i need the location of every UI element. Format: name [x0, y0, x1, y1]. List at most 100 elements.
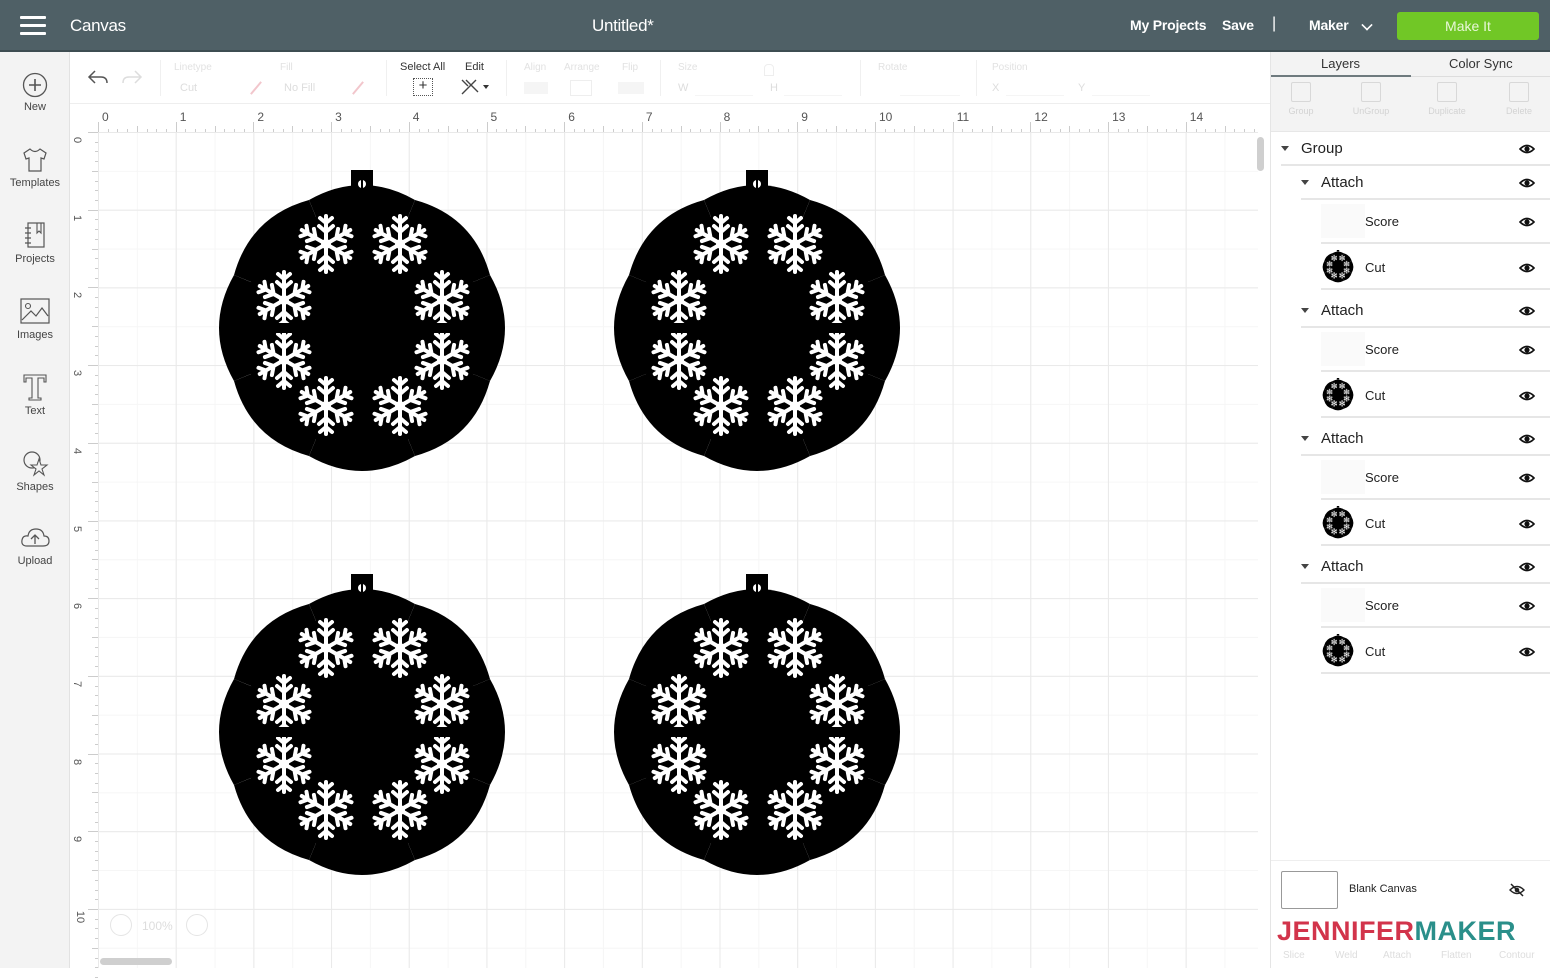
eye-icon[interactable]	[1518, 472, 1536, 484]
tab-color-sync[interactable]: Color Sync	[1449, 56, 1513, 71]
attach-button[interactable]: Attach	[1383, 950, 1411, 961]
layer-attach-row[interactable]: Attach	[1301, 422, 1550, 456]
shapes-icon	[23, 451, 49, 477]
caret-down-icon[interactable]	[1301, 435, 1309, 441]
layer-attach-row[interactable]: Attach	[1301, 550, 1550, 584]
chevron-down-icon[interactable]	[1361, 19, 1373, 31]
blank-canvas-swatch[interactable]	[1281, 871, 1338, 909]
zoom-in-button[interactable]	[186, 914, 208, 936]
ruler-tick-label: 8	[71, 758, 84, 765]
eye-hidden-icon[interactable]	[1509, 883, 1525, 897]
eye-icon[interactable]	[1518, 600, 1536, 612]
height-input[interactable]	[784, 78, 842, 96]
redo-icon[interactable]	[120, 68, 144, 88]
sidebar-item-templates[interactable]: Templates	[0, 146, 70, 189]
layer-attach-row[interactable]: Attach	[1301, 294, 1550, 328]
layer-score-row[interactable]: Score	[1321, 584, 1550, 628]
linetype-color-swatch[interactable]	[250, 81, 262, 95]
layer-attach-row[interactable]: Attach	[1301, 166, 1550, 200]
snowflake-ornament[interactable]	[204, 170, 520, 486]
layer-cut-row[interactable]: Cut	[1321, 502, 1550, 546]
machine-select[interactable]: Maker	[1309, 17, 1349, 33]
eye-icon[interactable]	[1518, 432, 1536, 444]
fill-select[interactable]: No Fill	[284, 82, 315, 94]
zoom-out-button[interactable]	[110, 914, 132, 936]
undo-icon[interactable]	[86, 68, 110, 88]
layer-cut-row[interactable]: Cut	[1321, 374, 1550, 418]
layer-score-row[interactable]: Score	[1321, 456, 1550, 500]
duplicate-button[interactable]: Duplicate	[1417, 82, 1477, 116]
group-button[interactable]: Group	[1271, 82, 1331, 116]
layer-label: Score	[1365, 469, 1399, 485]
eye-icon[interactable]	[1518, 262, 1536, 274]
caret-down-icon[interactable]	[1301, 307, 1309, 313]
vertical-ruler: 0 1 2 3 4 5 6 7 8 9 10	[70, 132, 98, 978]
ungroup-button[interactable]: UnGroup	[1341, 82, 1401, 116]
ruler-tick-label: 6	[568, 110, 575, 124]
tab-layers[interactable]: Layers	[1321, 56, 1360, 71]
flip-button[interactable]	[618, 82, 644, 94]
delete-button[interactable]: Delete	[1489, 82, 1549, 116]
layer-label: Attach	[1321, 301, 1364, 319]
fill-color-swatch[interactable]	[352, 81, 364, 95]
my-projects-link[interactable]: My Projects	[1130, 17, 1207, 33]
sidebar-item-text[interactable]: Text	[0, 372, 70, 417]
edit-tools-icon[interactable]	[460, 78, 490, 96]
ruler-tick	[875, 122, 876, 132]
caret-down-icon[interactable]	[1281, 145, 1289, 151]
width-input[interactable]	[695, 78, 753, 96]
group-icon	[1291, 82, 1311, 102]
sidebar-item-projects[interactable]: Projects	[0, 220, 70, 265]
eye-icon[interactable]	[1518, 646, 1536, 658]
layer-actions: Group UnGroup Duplicate Delete	[1271, 78, 1550, 132]
sidebar-item-upload[interactable]: Upload	[0, 524, 70, 567]
sidebar-item-shapes[interactable]: Shapes	[0, 448, 70, 493]
caret-down-icon[interactable]	[1301, 179, 1309, 185]
layer-group-row[interactable]: Group	[1281, 132, 1550, 166]
contour-button[interactable]: Contour	[1499, 950, 1535, 961]
eye-icon[interactable]	[1518, 216, 1536, 228]
rotate-input[interactable]	[900, 78, 960, 96]
document-title[interactable]: Untitled*	[592, 16, 654, 36]
snowflake-ornament[interactable]	[204, 574, 520, 890]
flatten-button[interactable]: Flatten	[1441, 950, 1472, 961]
vertical-scrollbar[interactable]	[1257, 137, 1264, 171]
eye-icon[interactable]	[1518, 304, 1536, 316]
select-all-button[interactable]: +	[413, 78, 433, 96]
ungroup-icon	[1361, 82, 1381, 102]
weld-button[interactable]: Weld	[1335, 950, 1358, 961]
eye-icon[interactable]	[1518, 142, 1536, 154]
ruler-tick	[253, 122, 255, 132]
make-it-button[interactable]: Make It	[1397, 12, 1539, 40]
layer-cut-row[interactable]: Cut	[1321, 246, 1550, 290]
snowflake-ornament[interactable]	[599, 574, 915, 890]
layer-score-row[interactable]: Score	[1321, 328, 1550, 372]
sidebar-item-new[interactable]: New	[0, 72, 70, 113]
caret-down-icon[interactable]	[1301, 563, 1309, 569]
y-input[interactable]	[1092, 78, 1150, 96]
x-input[interactable]	[1006, 78, 1064, 96]
slice-button[interactable]: Slice	[1283, 950, 1305, 961]
eye-icon[interactable]	[1518, 560, 1536, 572]
snowflake-ornament[interactable]	[599, 170, 915, 486]
horizontal-scrollbar[interactable]	[100, 958, 172, 965]
sidebar-item-images[interactable]: Images	[0, 296, 70, 341]
ruler-tick-label: 5	[71, 525, 84, 532]
lock-icon[interactable]	[764, 64, 774, 76]
ruler-tick	[641, 122, 643, 132]
layer-score-row[interactable]: Score	[1321, 200, 1550, 244]
design-canvas[interactable]	[98, 132, 1258, 968]
eye-icon[interactable]	[1518, 390, 1536, 402]
save-button[interactable]: Save	[1222, 17, 1254, 33]
eye-icon[interactable]	[1518, 518, 1536, 530]
ruler-tick-label: 1	[71, 214, 84, 221]
duplicate-icon	[1437, 82, 1457, 102]
layer-cut-row[interactable]: Cut	[1321, 630, 1550, 674]
eye-icon[interactable]	[1518, 176, 1536, 188]
plus-circle-icon	[22, 72, 48, 98]
arrange-button[interactable]	[570, 80, 592, 96]
align-button[interactable]	[524, 82, 548, 94]
menu-icon[interactable]	[20, 16, 46, 36]
linetype-select[interactable]: Cut	[180, 82, 197, 94]
eye-icon[interactable]	[1518, 344, 1536, 356]
